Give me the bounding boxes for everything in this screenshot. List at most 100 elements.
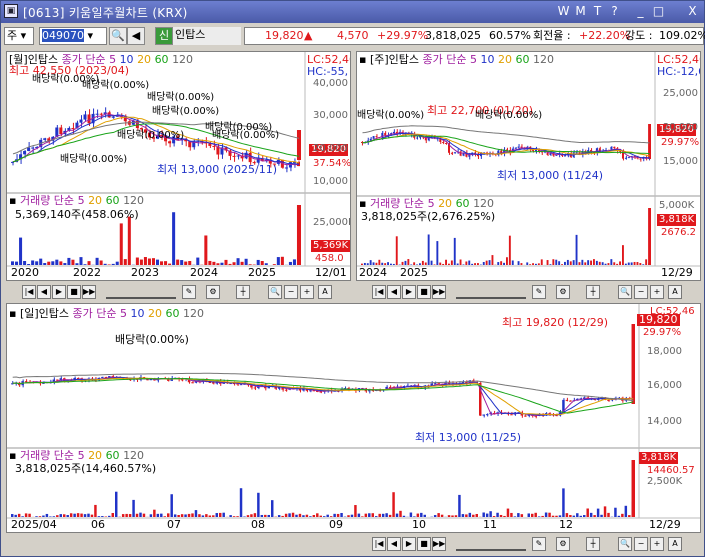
volume-bar [177,515,180,517]
weekly-chart-pane[interactable]: ▪ [주]인탑스 종가 단순 5 10 20 60 120 LC:52,46 H… [356,51,701,281]
weekly-chart[interactable] [357,52,701,281]
crosshair-icon[interactable]: ┼ [586,537,600,551]
edit-icon[interactable]: ✎ [532,537,546,551]
stock-code-input[interactable]: 049070 ▾ [39,27,107,45]
minus-icon[interactable]: − [284,285,298,299]
fast-forward-icon[interactable]: ▶▶ [82,285,96,299]
volume-bar [115,261,119,265]
fast-forward-icon[interactable]: ▶▶ [432,285,446,299]
text-tool-icon[interactable]: A [318,285,332,299]
volume-bar [288,513,291,517]
volume-bar [468,512,472,517]
play-icon[interactable]: ▶ [52,285,66,299]
volume-bar [424,262,427,265]
gear-icon[interactable]: ⚙ [556,537,570,551]
volume-bar [27,264,31,265]
speaker-icon[interactable]: ◀ [127,27,145,45]
minus-icon[interactable]: − [634,285,648,299]
volume-bar [194,510,198,517]
volume-bar [433,264,436,265]
volume-bar [465,261,468,265]
volume-bar [385,513,388,517]
volume-bar [624,263,627,265]
market-select[interactable]: 주 ▾ [4,27,34,45]
volume-bar [176,259,180,265]
volume-bar [510,512,513,517]
daily-ytick: 14,000 [647,416,682,427]
prev-icon[interactable]: ◀ [387,537,401,551]
window-m-button[interactable]: M [573,3,588,19]
edit-icon[interactable]: ✎ [532,285,546,299]
daily-xtick: 2025/04 [11,518,57,531]
edit-icon[interactable]: ✎ [182,285,196,299]
volume-bar [55,259,59,265]
magnifier-icon[interactable]: 🔍 [268,285,282,299]
crosshair-icon[interactable]: ┼ [586,285,600,299]
minimize-button[interactable]: _ [633,3,648,19]
monthly-ytick: 10,000 [313,176,348,187]
volume-bar [420,512,423,517]
zoom-slider[interactable] [456,537,526,551]
gear-icon[interactable]: ⚙ [206,285,220,299]
candle [83,114,87,120]
fast-forward-icon[interactable]: ▶▶ [432,537,446,551]
close-button[interactable]: X [685,3,700,19]
zoom-slider[interactable] [456,285,526,299]
volume-bar [111,513,114,517]
candle [191,382,194,384]
weekly-vol-tick: 5,000K [659,200,695,211]
volume-bar [503,262,505,265]
volume-bar [579,515,582,517]
last-volume-bar [631,460,635,517]
help-icon[interactable]: ? [607,3,622,19]
magnifier-icon[interactable]: 🔍 [618,285,632,299]
volume-bar [302,515,305,517]
crosshair-icon[interactable]: ┼ [236,285,250,299]
volume-bar [366,263,369,265]
plus-icon[interactable]: + [650,285,664,299]
stop-icon[interactable]: ■ [417,537,431,551]
play-icon[interactable]: ▶ [402,285,416,299]
text-tool-icon[interactable]: A [668,537,682,551]
volume-bar [69,513,73,517]
first-icon[interactable]: |◀ [372,285,386,299]
plus-icon[interactable]: + [650,537,664,551]
search-icon[interactable]: 🔍 [109,27,127,45]
gear-icon[interactable]: ⚙ [556,285,570,299]
window-w-button[interactable]: W [556,3,571,19]
prev-icon[interactable]: ◀ [37,285,51,299]
volume-bar [59,514,62,517]
volume-bar [115,491,118,517]
candle [517,146,520,148]
candle [232,155,236,157]
volume-bar [572,515,576,517]
volume-bar [119,223,123,265]
last-candle [631,324,635,404]
volume-bar [219,512,222,517]
minus-icon[interactable]: − [634,537,648,551]
zoom-slider[interactable] [106,285,176,299]
volume-bar [128,514,132,517]
weekly-volume-value: 3,818,025주(2,676.25%) [361,210,496,223]
daily-xtick: 07 [167,518,181,531]
plus-icon[interactable]: + [300,285,314,299]
candle [607,399,610,401]
maximize-button[interactable]: □ [651,3,666,19]
first-icon[interactable]: |◀ [22,285,36,299]
stop-icon[interactable]: ■ [417,285,431,299]
volume-bar [639,263,642,265]
play-icon[interactable]: ▶ [402,537,416,551]
text-tool-icon[interactable]: A [668,285,682,299]
prev-icon[interactable]: ◀ [387,285,401,299]
volume-bar [172,212,176,265]
candle [309,390,312,392]
daily-chart-pane[interactable]: ▪ [일]인탑스 종가 단순 5 10 20 60 120 LC:52,46 최… [6,303,701,533]
magnifier-icon[interactable]: 🔍 [618,537,632,551]
monthly-chart-pane[interactable]: [월]인탑스 종가 단순 5 10 20 60 120 LC:52,46 HC:… [6,51,351,281]
daily-chart[interactable] [7,304,701,533]
stop-icon[interactable]: ■ [67,285,81,299]
first-icon[interactable]: |◀ [372,537,386,551]
weekly-ytick: 15,000 [663,156,698,167]
pin-icon[interactable]: T [590,3,605,19]
volume-bar [108,515,111,517]
